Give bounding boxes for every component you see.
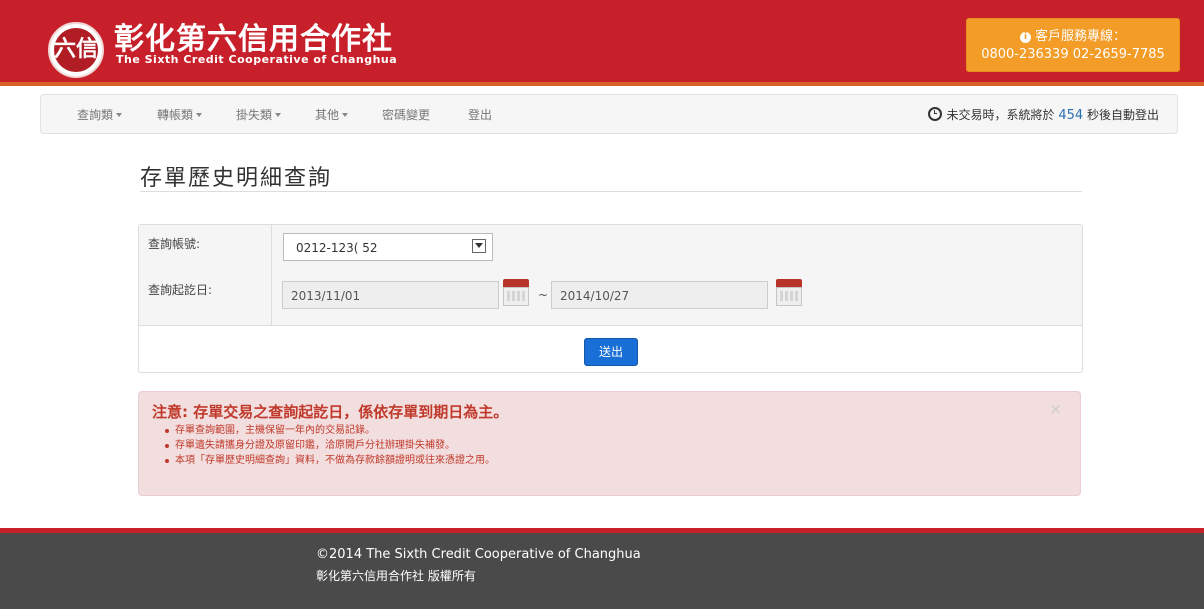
caret-down-icon xyxy=(342,113,349,117)
notice-list: 存單查詢範圍，主機保留一年內的交易記錄。 存單遺失請攜身分證及原留印鑑，洽原開戶… xyxy=(165,423,495,468)
calendar-icon[interactable] xyxy=(503,279,529,306)
brand-title: 彰化第六信用合作社 xyxy=(114,22,393,57)
close-icon[interactable]: × xyxy=(1049,400,1062,418)
start-date-input[interactable]: 2013/11/01 xyxy=(282,281,499,309)
range-separator: ~ xyxy=(538,288,549,302)
action-row: 送出 xyxy=(139,326,1082,372)
notice-alert: 注意: 存單交易之查詢起訖日，係依存單到期日為主。 存單查詢範圍，主機保留一年內… xyxy=(138,391,1081,496)
date-range-row: 查詢起訖日: 2013/11/01 ~ 2014/10/27 xyxy=(139,271,1082,326)
site-footer: ©2014 The Sixth Credit Cooperative of Ch… xyxy=(0,533,1204,609)
brand-logo[interactable]: 六信 xyxy=(48,22,104,78)
header-divider xyxy=(0,82,1204,86)
account-row: 查詢帳號: 0212-123( 52 xyxy=(139,225,1082,272)
footer-copyright: ©2014 The Sixth Credit Cooperative of Ch… xyxy=(316,547,641,562)
page-title: 存單歷史明細查詢 xyxy=(140,166,333,191)
nav-change-password[interactable]: 密碼變更 xyxy=(382,106,430,123)
notice-title: 注意: 存單交易之查詢起訖日，係依存單到期日為主。 xyxy=(152,403,509,421)
account-value: 0212-123( 52 xyxy=(296,241,378,255)
brand-subtitle: The Sixth Credit Cooperative of Changhua xyxy=(116,53,398,66)
end-date-input[interactable]: 2014/10/27 xyxy=(551,281,768,309)
info-icon: i xyxy=(1019,32,1031,43)
footer-rights: 彰化第六信用合作社 版權所有 xyxy=(316,569,476,583)
caret-down-icon xyxy=(116,113,123,117)
hotline-label: 客戶服務專線： xyxy=(1034,29,1126,44)
chevron-down-icon[interactable] xyxy=(472,239,486,253)
session-timeout: 未交易時，系統將於 454 秒後自動登出 xyxy=(928,106,1159,123)
nav-other[interactable]: 其他 xyxy=(315,106,349,123)
date-range-label: 查詢起訖日: xyxy=(148,283,213,297)
query-form: 查詢帳號: 0212-123( 52 查詢起訖日: 2013/11/01 ~ 2… xyxy=(138,224,1083,373)
site-header: 六信 彰化第六信用合作社 The Sixth Credit Cooperativ… xyxy=(0,0,1204,86)
account-label: 查詢帳號: xyxy=(148,237,201,251)
nav-logout[interactable]: 登出 xyxy=(468,106,492,123)
caret-down-icon xyxy=(196,113,203,117)
main-navbar: 查詢類 轉帳類 掛失類 其他 密碼變更 登出 未交易時，系統將於 454 秒後自… xyxy=(40,94,1178,134)
caret-down-icon xyxy=(275,113,282,117)
submit-button[interactable]: 送出 xyxy=(584,338,638,366)
title-divider xyxy=(140,191,1082,192)
nav-transfer[interactable]: 轉帳類 xyxy=(157,106,203,123)
list-item: 存單查詢範圍，主機保留一年內的交易記錄。 xyxy=(165,423,495,438)
timeout-countdown: 454 xyxy=(1058,108,1084,123)
logo-mark: 六信 xyxy=(54,28,98,72)
list-item: 本項「存單歷史明細查詢」資料，不做為存款餘額證明或往來憑證之用。 xyxy=(165,453,495,468)
customer-hotline: i 客戶服務專線： 0800-236339 02-2659-7785 xyxy=(966,18,1180,72)
nav-query[interactable]: 查詢類 xyxy=(77,106,123,123)
list-item: 存單遺失請攜身分證及原留印鑑，洽原開戶分社辦理掛失補發。 xyxy=(165,438,495,453)
calendar-icon[interactable] xyxy=(776,279,802,306)
nav-loss-report[interactable]: 掛失類 xyxy=(236,106,282,123)
clock-icon xyxy=(928,107,943,121)
hotline-numbers: 0800-236339 02-2659-7785 xyxy=(981,47,1165,62)
account-select[interactable]: 0212-123( 52 xyxy=(283,233,493,261)
